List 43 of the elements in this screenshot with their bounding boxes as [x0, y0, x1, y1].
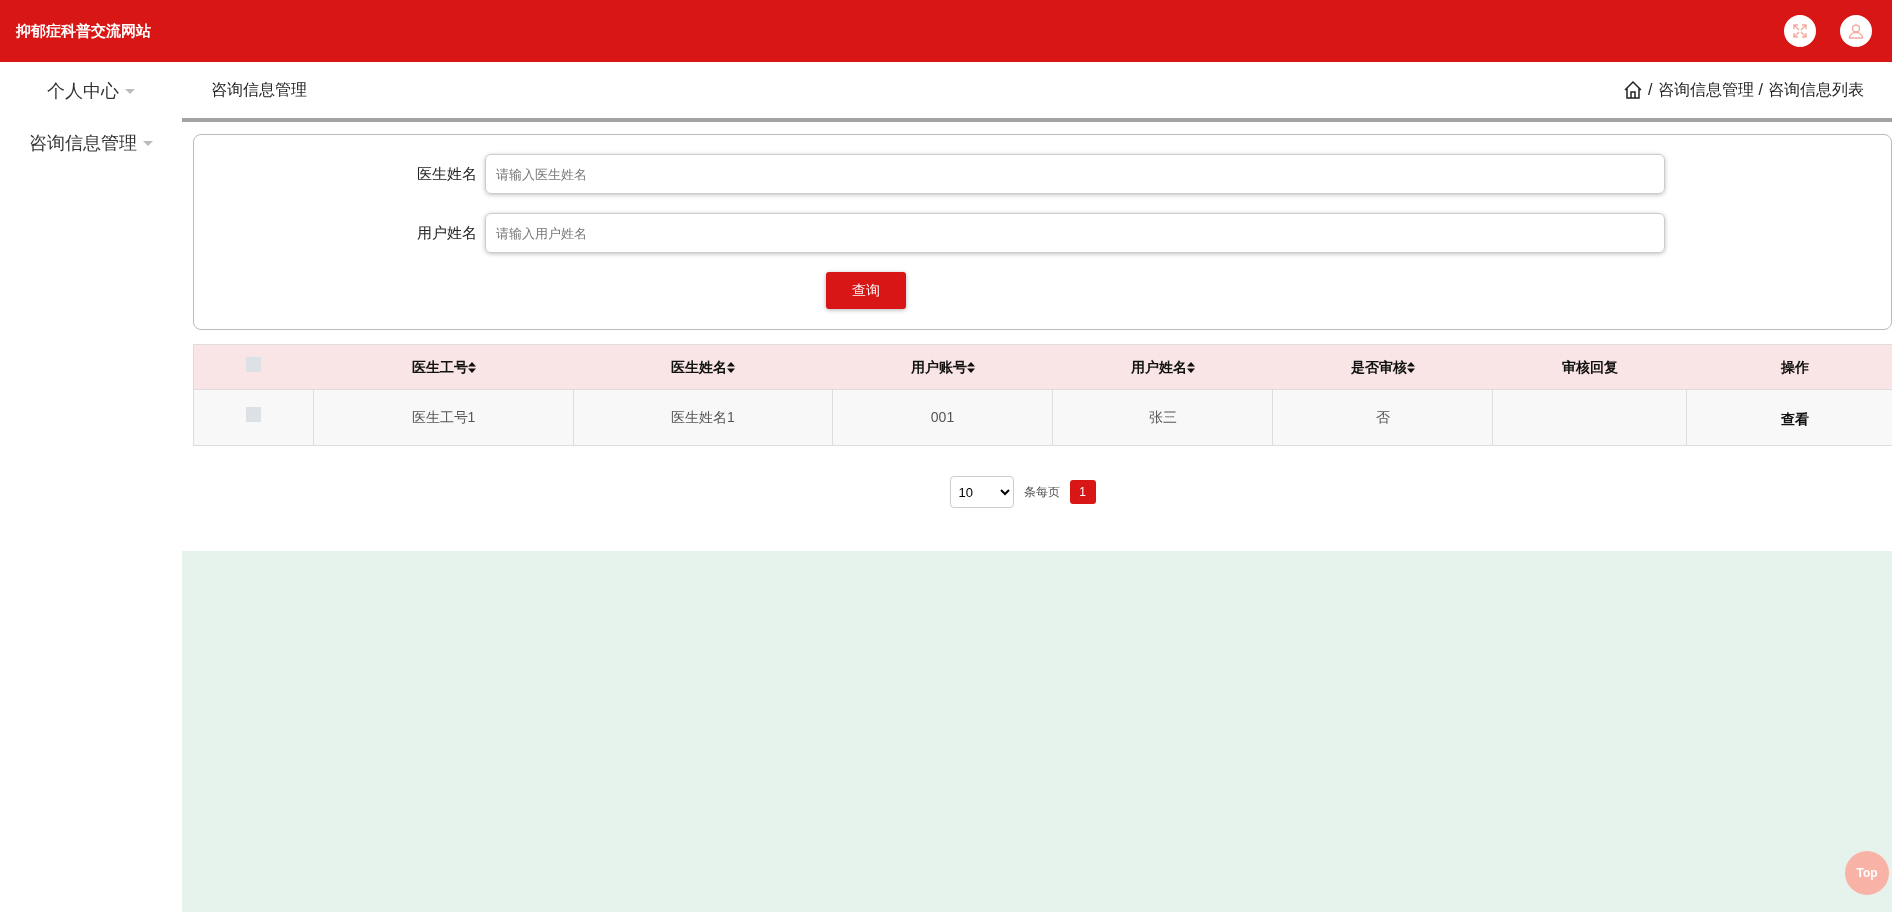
caret-icon: [143, 140, 153, 146]
caret-icon: [125, 88, 135, 94]
table-cell: 医生姓名1: [671, 409, 735, 425]
home-icon[interactable]: [1623, 80, 1644, 100]
table-cell: 001: [930, 409, 955, 425]
checkbox[interactable]: [246, 407, 261, 422]
checkbox[interactable]: [246, 356, 262, 372]
column-header[interactable]: 用户姓名: [1130, 356, 1195, 378]
column-header[interactable]: 医生工号: [411, 356, 476, 378]
user-button[interactable]: [1840, 15, 1872, 47]
sort-icon: [467, 361, 476, 373]
field-label: 医生姓名: [416, 163, 477, 184]
column-header[interactable]: 是否审核: [1350, 356, 1415, 378]
page-size-label: 条每页: [1023, 484, 1060, 501]
site-title: 抑郁症科普交流网站: [16, 20, 151, 41]
sort-icon: [966, 361, 975, 373]
view-link[interactable]: 查看: [1781, 409, 1809, 430]
expand-icon: [1792, 23, 1808, 39]
table-cell: 否: [1375, 409, 1390, 425]
page-button[interactable]: 1: [1069, 480, 1096, 504]
sidebar-item[interactable]: 个人中心: [47, 76, 135, 106]
user-icon: [1848, 23, 1864, 39]
column-header: 操作: [1780, 357, 1809, 377]
input-field[interactable]: 请输入用户姓名: [485, 213, 1665, 253]
breadcrumb-separator: /: [1648, 80, 1653, 100]
table-cell: 张三: [1148, 409, 1177, 425]
field-label: 用户姓名: [416, 222, 477, 243]
sort-icon: [1406, 361, 1415, 373]
input-field[interactable]: 请输入医生姓名: [485, 154, 1665, 194]
column-header: 审核回复: [1561, 357, 1618, 377]
breadcrumb-separator: /: [1758, 80, 1763, 100]
sort-icon: [727, 361, 735, 373]
fullscreen-button[interactable]: [1784, 15, 1816, 47]
column-header[interactable]: 用户账号: [910, 356, 975, 378]
breadcrumb-link[interactable]: 咨询信息列表: [1768, 78, 1864, 102]
table-cell: 医生工号1: [411, 409, 476, 425]
column-header[interactable]: 医生姓名: [671, 356, 735, 378]
page-title: 咨询信息管理: [211, 80, 307, 100]
page-size-select[interactable]: 10: [949, 476, 1014, 508]
search-button[interactable]: 查询: [826, 272, 906, 309]
sort-icon: [1186, 361, 1195, 373]
sidebar-item[interactable]: 咨询信息管理: [29, 128, 153, 158]
breadcrumb-link[interactable]: 咨询信息管理: [1657, 78, 1754, 102]
